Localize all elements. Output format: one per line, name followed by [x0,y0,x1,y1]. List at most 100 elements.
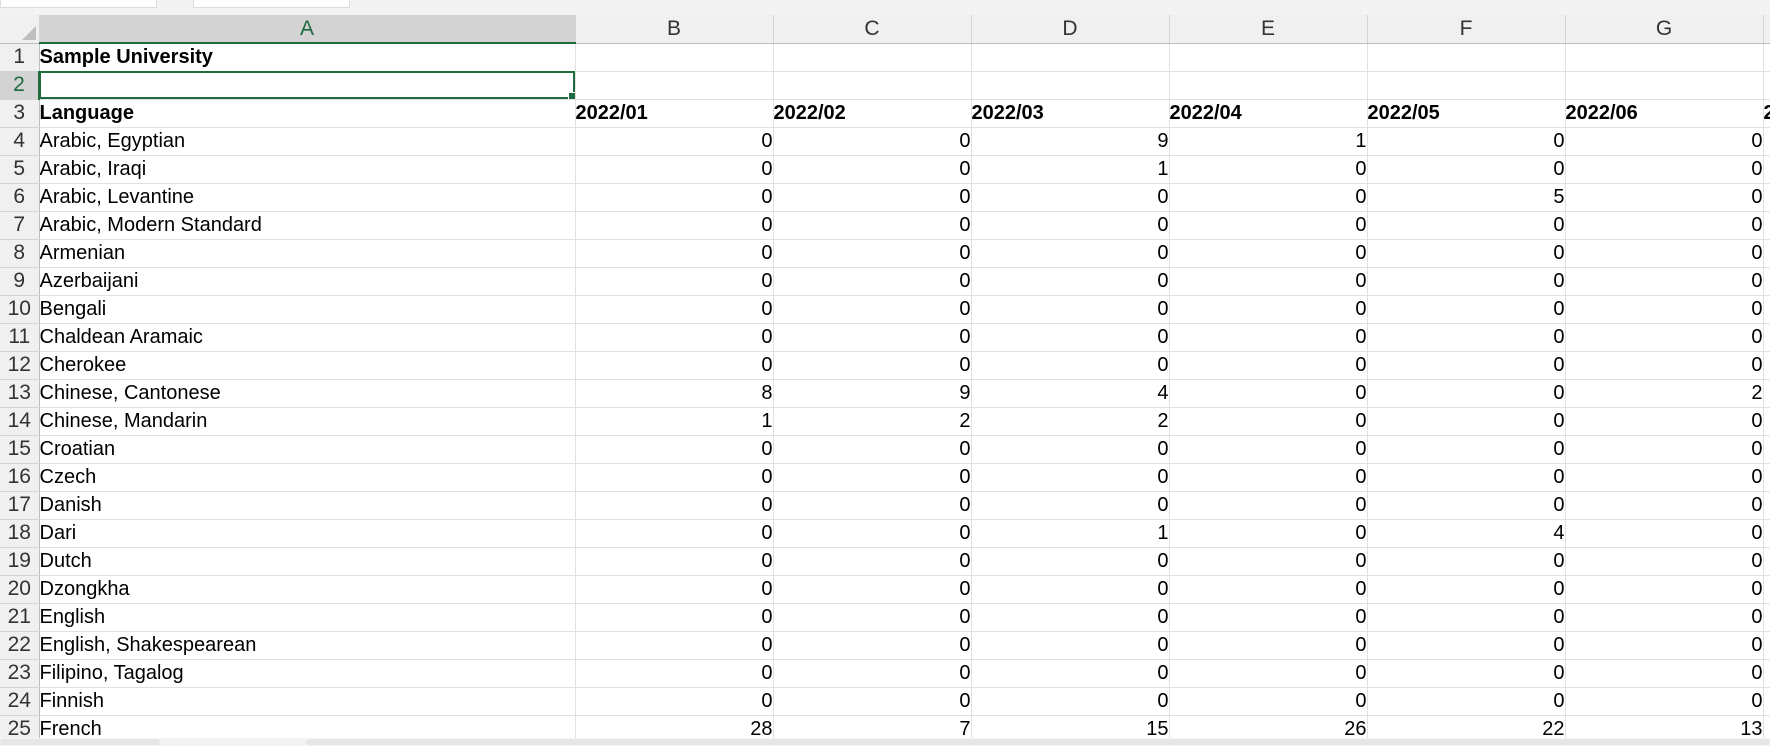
cell-value[interactable]: 4 [971,379,1170,408]
cell-value[interactable]: 0 [1565,267,1764,296]
cell-value[interactable]: 0 [575,631,774,660]
cell-value[interactable]: 5 [1367,183,1566,212]
row-header-2[interactable]: 2 [0,71,40,100]
cell-value[interactable]: 0 [1169,267,1368,296]
cell-value[interactable]: 0 [575,183,774,212]
cell-value[interactable]: 0 [773,631,972,660]
cell-value[interactable]: 0 [773,519,972,548]
cell-value[interactable]: 0 [1565,631,1764,660]
cell-value[interactable]: 0 [1169,351,1368,380]
cell-language[interactable]: Dari [39,519,576,548]
cell-value[interactable]: 0 [773,239,972,268]
cell-empty[interactable] [1763,211,1770,240]
row-header-14[interactable]: 14 [0,407,40,436]
row-header-16[interactable]: 16 [0,463,40,492]
cell-value[interactable]: 0 [971,547,1170,576]
cell-value[interactable]: 0 [1169,603,1368,632]
cell-value[interactable]: 0 [773,491,972,520]
cell-value[interactable]: 0 [1565,687,1764,716]
cell-value[interactable]: 0 [1169,323,1368,352]
cell-empty[interactable] [1763,379,1770,408]
cell-value[interactable]: 0 [1565,351,1764,380]
cell-value[interactable]: 0 [1367,155,1566,184]
select-all-button[interactable] [0,15,40,44]
row-header-12[interactable]: 12 [0,351,40,380]
cell-value[interactable]: 0 [1367,295,1566,324]
cell-value[interactable]: 0 [1565,295,1764,324]
column-header-g[interactable]: G [1565,15,1764,44]
cell-value[interactable]: 0 [971,575,1170,604]
cell-value[interactable]: 0 [575,267,774,296]
cell-language[interactable]: Arabic, Levantine [39,183,576,212]
cell-empty[interactable] [1763,323,1770,352]
cell-value[interactable]: 0 [773,547,972,576]
cell-language[interactable]: Dzongkha [39,575,576,604]
cell-value[interactable]: 9 [773,379,972,408]
cell-value[interactable]: 2 [971,407,1170,436]
cell-value[interactable]: 0 [1367,631,1566,660]
cell-empty[interactable] [1763,519,1770,548]
cell-value[interactable]: 0 [1565,547,1764,576]
cell-value[interactable]: 1 [971,155,1170,184]
cell-value[interactable]: 0 [1565,519,1764,548]
cell-value[interactable]: 0 [971,603,1170,632]
cell-month-header[interactable]: 2022/05 [1367,99,1566,128]
cell-language[interactable]: Danish [39,491,576,520]
cell-empty[interactable] [971,43,1170,72]
cell-value[interactable]: 0 [773,155,972,184]
cell-value[interactable]: 0 [971,295,1170,324]
cell-value[interactable]: 0 [773,295,972,324]
cell-value[interactable]: 0 [1169,631,1368,660]
cell-value[interactable]: 0 [971,183,1170,212]
cell-language[interactable]: Arabic, Iraqi [39,155,576,184]
cell-value[interactable]: 0 [773,323,972,352]
cell-value[interactable]: 0 [1367,127,1566,156]
row-header-4[interactable]: 4 [0,127,40,156]
cell-value[interactable]: 2 [773,407,972,436]
cell-value[interactable]: 0 [971,631,1170,660]
cell-value[interactable]: 0 [773,659,972,688]
cell-value[interactable]: 0 [1169,519,1368,548]
cell-value[interactable]: 0 [1169,463,1368,492]
row-header-21[interactable]: 21 [0,603,40,632]
row-header-10[interactable]: 10 [0,295,40,324]
cell-empty[interactable] [1763,127,1770,156]
column-header-e[interactable]: E [1169,15,1368,44]
cell-value[interactable]: 0 [1169,407,1368,436]
fill-handle[interactable] [567,91,574,98]
cell-value[interactable]: 0 [971,463,1170,492]
cell-value[interactable]: 0 [1565,239,1764,268]
cell-language[interactable]: Chinese, Mandarin [39,407,576,436]
cell-value[interactable]: 0 [1367,491,1566,520]
cell-value[interactable]: 0 [1367,407,1566,436]
cell-empty[interactable] [575,71,774,100]
cell-header-language[interactable]: Language [39,99,576,128]
cell-empty[interactable] [1763,183,1770,212]
cell-value[interactable]: 0 [1565,183,1764,212]
cell-language[interactable]: Czech [39,463,576,492]
cell-value[interactable]: 0 [1169,435,1368,464]
cell-language[interactable]: Arabic, Egyptian [39,127,576,156]
row-header-24[interactable]: 24 [0,687,40,716]
sheet-tabs-track[interactable] [0,739,160,745]
cell-empty[interactable] [1763,687,1770,716]
row-header-19[interactable]: 19 [0,547,40,576]
cell-value[interactable]: 0 [1565,575,1764,604]
row-header-3[interactable]: 3 [0,99,40,128]
column-header-c[interactable]: C [773,15,972,44]
cell-value[interactable]: 0 [575,463,774,492]
cell-value[interactable]: 0 [575,155,774,184]
cell-value[interactable]: 0 [575,351,774,380]
cell-empty[interactable] [1763,603,1770,632]
cell-value[interactable]: 0 [1367,267,1566,296]
cell-value[interactable]: 0 [575,295,774,324]
cell-language[interactable]: Finnish [39,687,576,716]
cell-language[interactable]: Arabic, Modern Standard [39,211,576,240]
cell-value[interactable]: 0 [1565,155,1764,184]
cell-value[interactable]: 1 [575,407,774,436]
cell-value[interactable]: 0 [971,351,1170,380]
cell-language[interactable]: Bengali [39,295,576,324]
cell-empty[interactable] [971,71,1170,100]
cell-value[interactable]: 0 [575,491,774,520]
cell-language[interactable]: Armenian [39,239,576,268]
